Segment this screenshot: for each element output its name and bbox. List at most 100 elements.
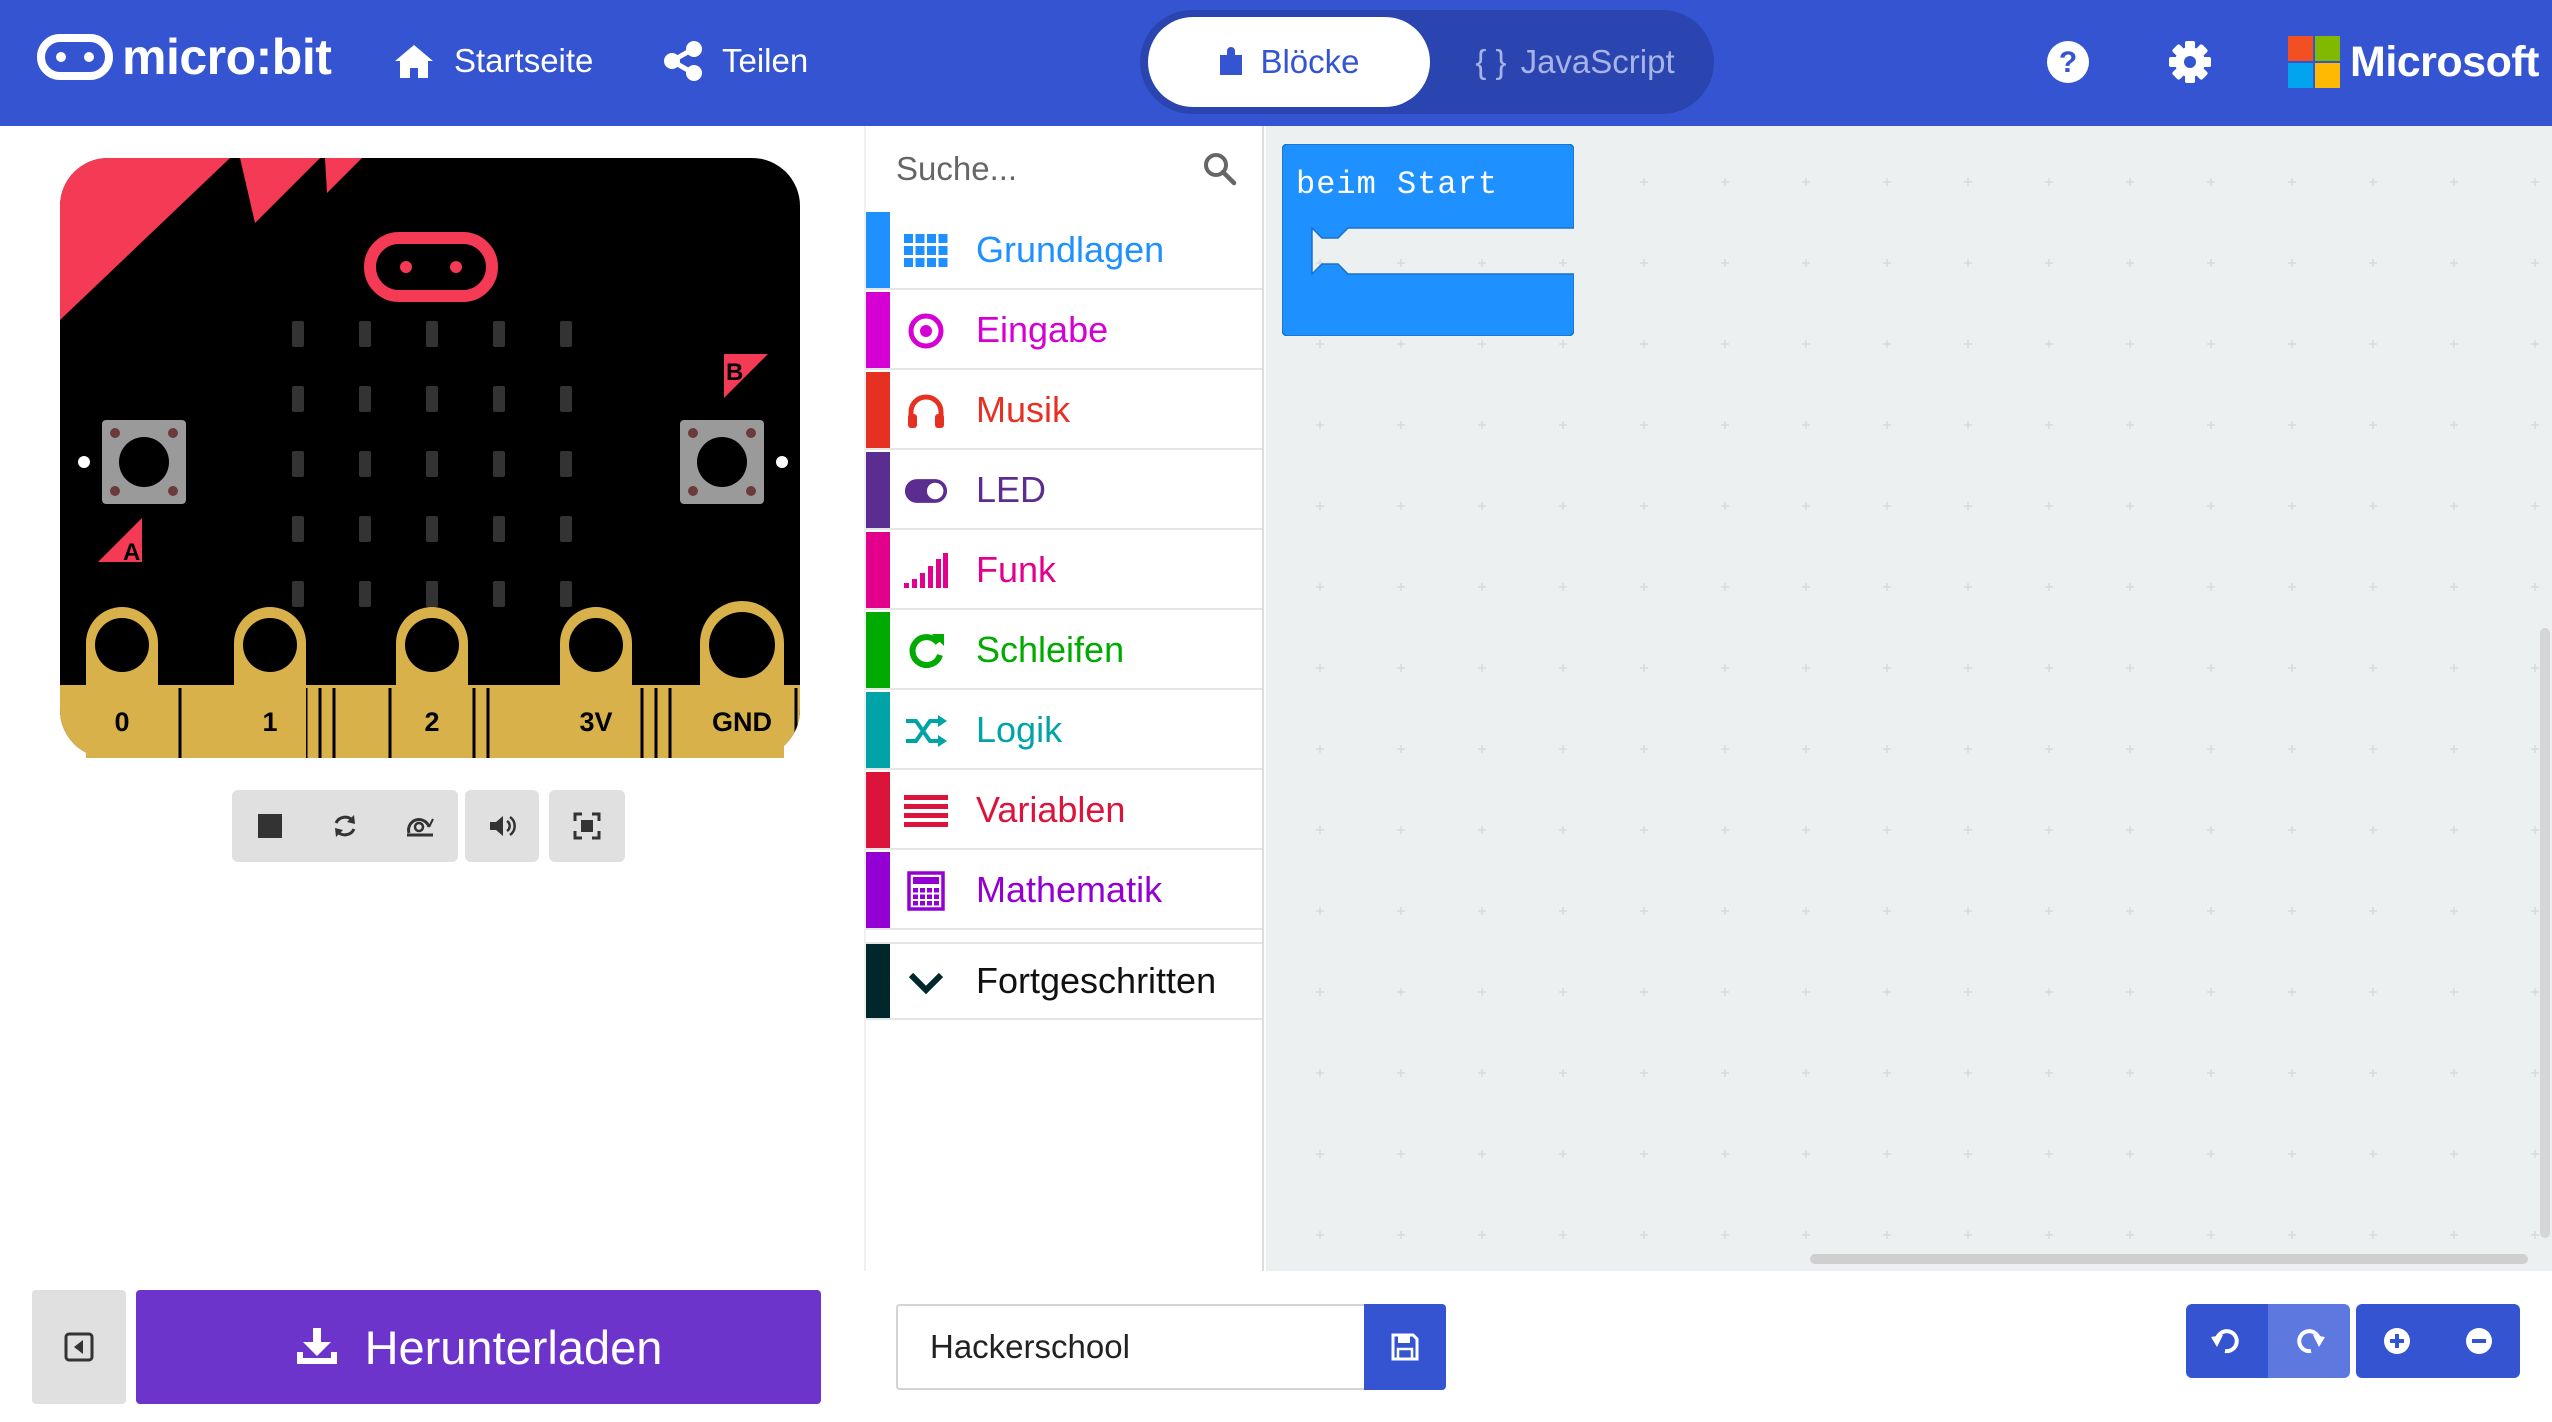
home-icon	[395, 45, 433, 78]
help-icon: ?	[2047, 41, 2089, 83]
category-advanced[interactable]: Fortgeschritten	[866, 942, 1262, 1020]
nav-home[interactable]: Startseite	[392, 38, 593, 84]
blocks-workspace[interactable]: beim Start	[1266, 126, 2552, 1271]
tab-javascript[interactable]: { } JavaScript	[1450, 17, 1700, 107]
nav-home-label: Startseite	[454, 42, 594, 79]
led-pixel	[359, 321, 371, 347]
simulator-controls	[232, 790, 458, 862]
vertical-scrollbar[interactable]	[2540, 628, 2550, 1238]
category-schleifen[interactable]: Schleifen	[866, 612, 1262, 690]
download-icon	[296, 1328, 337, 1364]
on-start-block-label: beim Start	[1296, 166, 1499, 203]
nav-share-label: Teilen	[722, 42, 809, 79]
loop-arrow-icon	[904, 630, 948, 672]
led-pixel	[560, 321, 572, 347]
led-pixel	[292, 321, 304, 347]
mute-button[interactable]	[474, 798, 530, 854]
zoom-in-button[interactable]	[2356, 1304, 2438, 1378]
category-label: Fortgeschritten	[976, 960, 1217, 1001]
fullscreen-control	[549, 790, 625, 862]
button-b[interactable]	[680, 420, 764, 504]
stop-icon	[257, 814, 282, 838]
category-musik[interactable]: Musik	[866, 372, 1262, 450]
nav-share[interactable]: Teilen	[662, 38, 808, 84]
microsoft-brand-text: Microsoft	[2350, 37, 2540, 86]
category-label: Grundlagen	[976, 229, 1165, 270]
collapse-icon	[64, 1332, 94, 1362]
category-grundlagen[interactable]: Grundlagen	[866, 212, 1262, 290]
category-color-bar	[866, 532, 890, 608]
search-input[interactable]	[896, 150, 1196, 188]
on-start-block[interactable]: beim Start	[1282, 144, 1574, 336]
grid-icon	[904, 230, 948, 272]
microsoft-logo[interactable]: Microsoft	[2288, 36, 2540, 88]
pin-3v[interactable]: 3V	[560, 607, 632, 758]
category-label: Eingabe	[976, 309, 1109, 350]
led-pixel	[493, 516, 505, 542]
pin-2[interactable]: 2	[396, 607, 468, 758]
horizontal-scrollbar[interactable]	[1810, 1254, 2528, 1264]
led-pixel	[292, 516, 304, 542]
settings-button[interactable]	[2168, 40, 2212, 84]
pin-1[interactable]: 1	[234, 607, 306, 758]
category-label: Variablen	[976, 789, 1126, 830]
puzzle-icon	[1220, 47, 1243, 75]
category-color-bar	[866, 944, 890, 1018]
led-pixel	[426, 321, 438, 347]
category-funk[interactable]: Funk	[866, 532, 1262, 610]
led-pixel	[292, 581, 304, 607]
category-label: Schleifen	[976, 629, 1125, 670]
led-pixel	[292, 451, 304, 477]
undo-button[interactable]	[2186, 1304, 2268, 1378]
toolbox: Grundlagen Eingabe Musik LED Funk S	[866, 126, 1264, 1271]
zoom-out-button[interactable]	[2438, 1304, 2520, 1378]
project-name-input[interactable]	[896, 1304, 1366, 1390]
zoom-in-icon	[2384, 1328, 2410, 1354]
button-b-label: B	[726, 359, 743, 386]
category-color-bar	[866, 772, 890, 848]
stop-button[interactable]	[242, 798, 298, 854]
led-pixel	[426, 386, 438, 412]
toolbox-search	[866, 126, 1262, 212]
gear-icon	[2169, 41, 2211, 83]
category-color-bar	[866, 292, 890, 368]
category-mathematik[interactable]: Mathematik	[866, 852, 1262, 930]
led-pixel	[426, 451, 438, 477]
help-button[interactable]: ?	[2046, 40, 2090, 84]
led-pixel	[493, 581, 505, 607]
microbit-logo-icon	[37, 34, 113, 80]
slowmo-icon	[407, 818, 435, 837]
tab-blocks[interactable]: Blöcke	[1148, 17, 1430, 107]
search-icon[interactable]	[1202, 151, 1238, 187]
fullscreen-button[interactable]	[559, 798, 615, 854]
category-logik[interactable]: Logik	[866, 692, 1262, 770]
save-button[interactable]	[1364, 1304, 1446, 1390]
restart-button[interactable]	[317, 798, 373, 854]
shuffle-icon	[904, 710, 948, 752]
led-pixel	[560, 451, 572, 477]
led-pixel	[426, 581, 438, 607]
led-pixel	[560, 386, 572, 412]
led-pixel	[359, 581, 371, 607]
signal-bars-icon	[904, 550, 948, 592]
calculator-icon	[904, 870, 948, 912]
button-a[interactable]	[102, 420, 186, 504]
pin-0[interactable]: 0	[86, 607, 158, 758]
pin-gnd[interactable]: GND	[700, 601, 784, 758]
category-label: Mathematik	[976, 869, 1163, 910]
category-eingabe[interactable]: Eingabe	[866, 292, 1262, 370]
redo-button[interactable]	[2268, 1304, 2350, 1378]
led-pixel	[493, 451, 505, 477]
logo-text: micro:bit	[122, 29, 332, 85]
category-led[interactable]: LED	[866, 452, 1262, 530]
collapse-simulator-button[interactable]	[32, 1290, 126, 1404]
microbit-logo[interactable]: micro:bit	[36, 29, 332, 85]
fullscreen-icon	[573, 812, 601, 840]
download-button[interactable]: Herunterladen	[136, 1290, 821, 1404]
category-variablen[interactable]: Variablen	[866, 772, 1262, 850]
slowmo-button[interactable]	[392, 798, 448, 854]
category-label: Funk	[976, 549, 1057, 590]
led-pixel	[292, 386, 304, 412]
editor-toggle: Blöcke { } JavaScript	[1140, 10, 1714, 114]
category-color-bar	[866, 852, 890, 928]
